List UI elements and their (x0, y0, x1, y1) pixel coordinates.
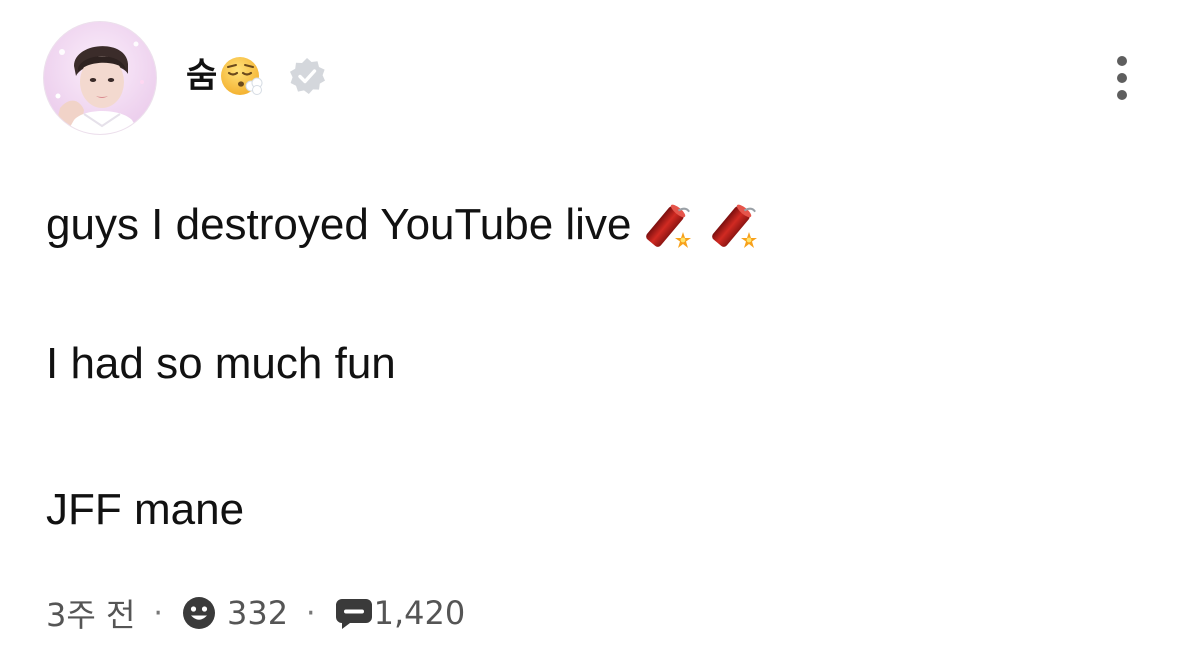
firecracker-icon (703, 196, 761, 254)
smiley-icon (181, 595, 217, 631)
avatar[interactable] (44, 22, 156, 134)
post-line-text: guys I destroyed YouTube live (46, 200, 632, 249)
avatar-image (44, 22, 156, 134)
firecracker-icon (637, 196, 695, 254)
post-meta: 3주 전 · 332 · 1,420 (46, 590, 465, 636)
reaction-count: 332 (226, 594, 289, 632)
post-card: 숨 guys I destroyed YouTube live I had so… (0, 0, 1200, 650)
post-line: guys I destroyed YouTube live (46, 196, 761, 254)
post-line: JFF mane (46, 485, 245, 534)
more-dot (1117, 90, 1127, 100)
meta-separator: · (306, 595, 316, 631)
more-dot (1117, 56, 1127, 66)
comment-count: 1,420 (373, 594, 466, 632)
username[interactable]: 숨 (186, 59, 217, 93)
more-options-icon[interactable] (1100, 52, 1144, 104)
meta-separator: · (153, 595, 163, 631)
reaction-button[interactable]: 332 (181, 594, 288, 632)
author-header: 숨 (186, 48, 327, 104)
more-dot (1117, 73, 1127, 83)
post-time: 3주 전 (46, 596, 136, 634)
post-line: I had so much fun (46, 339, 396, 388)
verified-badge-icon (287, 56, 327, 96)
comment-icon (334, 595, 372, 631)
comment-button[interactable]: 1,420 (334, 594, 466, 632)
face-exhaling-icon (219, 53, 265, 99)
